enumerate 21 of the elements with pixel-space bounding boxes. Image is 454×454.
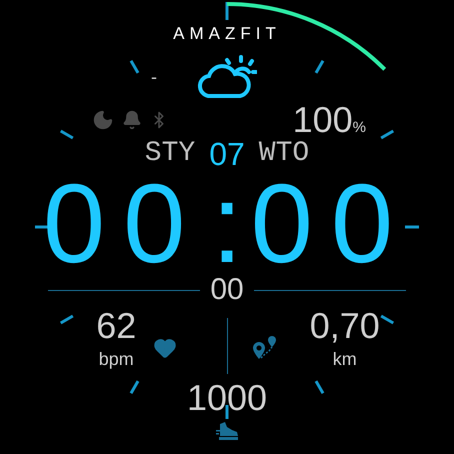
map-pin-route-icon	[252, 336, 278, 360]
month: STY	[144, 140, 196, 168]
distance-unit: km	[332, 350, 357, 368]
minutes: 00	[250, 168, 412, 280]
seconds: 00	[210, 275, 244, 305]
temperature: -	[151, 68, 157, 86]
moon-icon	[92, 109, 114, 131]
day: 07	[209, 138, 245, 170]
cloud-sun-icon	[197, 54, 257, 100]
step-count: 1000	[186, 380, 268, 416]
heart-rate-unit: bpm	[98, 350, 134, 368]
weekday: WTO	[258, 140, 310, 168]
hours: 00	[42, 168, 204, 280]
heart-rate-value: 62	[96, 308, 136, 344]
heart-pulse-icon	[152, 336, 176, 360]
battery-level: 100	[292, 102, 353, 138]
shoe-icon	[216, 422, 238, 440]
brand-logo: AMAZFIT	[173, 24, 281, 42]
battery-unit: %	[352, 120, 366, 135]
distance-value: 0,70	[310, 308, 380, 344]
bell-icon	[122, 110, 142, 130]
